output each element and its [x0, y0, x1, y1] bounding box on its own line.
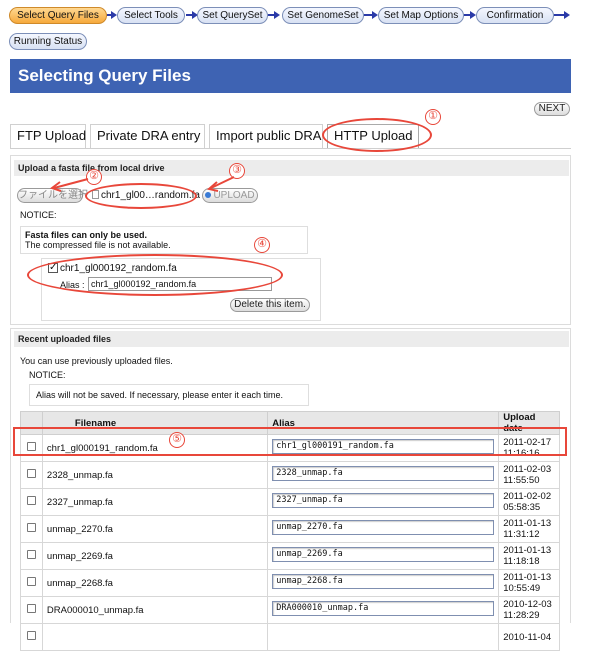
highlight-http-upload	[322, 118, 432, 152]
table-row: 2328_unmap.fa 2328_unmap.fa 2011-02-03 11…	[20, 461, 560, 489]
highlight-row-1	[13, 427, 567, 456]
highlight-chosen-file	[85, 183, 197, 209]
row-upload-date: 2011-02-02 05:58:35	[498, 488, 560, 516]
annotation-1: ①	[425, 109, 441, 125]
row-filename: 2328_unmap.fa	[41, 461, 269, 489]
annotation-arrow-2	[49, 178, 89, 192]
table-row: DRA000010_unmap.fa DRA000010_unmap.fa 20…	[20, 596, 560, 624]
row-filename: unmap_2268.fa	[41, 569, 269, 597]
annotation-arrow-3	[206, 176, 235, 192]
row-filename: unmap_2270.fa	[41, 515, 269, 543]
arrow-icon	[464, 11, 476, 19]
row-alias-input[interactable]: DRA000010_unmap.fa	[272, 601, 495, 616]
row-upload-date: 2010-12-03 11:28:29	[498, 596, 560, 624]
row-filename: DRA000010_unmap.fa	[41, 596, 269, 624]
recent-intro: You can use previously uploaded files.	[20, 356, 173, 366]
radio-dot-icon	[205, 192, 212, 199]
row-checkbox[interactable]	[26, 496, 36, 505]
step-running-status[interactable]: Running Status	[9, 33, 87, 50]
row-alias-input[interactable]: 2327_unmap.fa	[272, 493, 495, 508]
upload-notice-label: NOTICE:	[20, 210, 57, 220]
tab-private-dra-entry[interactable]: Private DRA entry	[90, 124, 205, 148]
row-upload-date: 2011-01-13 11:31:12	[498, 515, 560, 543]
row-alias-input[interactable]: unmap_2270.fa	[272, 520, 495, 535]
row-upload-date: 2011-01-13 10:55:49	[498, 569, 560, 597]
table-row: unmap_2269.fa unmap_2269.fa 2011-01-13 11…	[20, 542, 560, 570]
row-checkbox[interactable]	[26, 604, 36, 613]
row-upload-date: 2011-01-13 11:18:18	[498, 542, 560, 570]
row-alias-input[interactable]: unmap_2269.fa	[272, 547, 495, 562]
next-button[interactable]: NEXT	[534, 102, 570, 116]
row-checkbox[interactable]	[26, 550, 36, 559]
step-select-query-files[interactable]: Select Query Files	[9, 7, 107, 24]
step-confirmation[interactable]: Confirmation	[476, 7, 554, 24]
arrow-icon	[364, 11, 378, 19]
annotation-4: ④	[254, 237, 270, 253]
step-set-map-options[interactable]: Set Map Options	[378, 7, 464, 24]
row-filename: unmap_2269.fa	[41, 542, 269, 570]
recent-notice-label: NOTICE:	[29, 370, 66, 380]
step-set-queryset[interactable]: Set QuerySet	[197, 7, 268, 24]
tab-ftp-upload[interactable]: FTP Upload	[10, 124, 86, 148]
tab-import-public-dra[interactable]: Import public DRA	[209, 124, 323, 148]
step-set-genomeset[interactable]: Set GenomeSet	[282, 7, 364, 24]
page-title: Selecting Query Files	[10, 59, 571, 93]
table-row: unmap_2270.fa unmap_2270.fa 2011-01-13 11…	[20, 515, 560, 543]
recent-section-title: Recent uploaded files	[14, 331, 569, 347]
row-alias-input[interactable]: 2328_unmap.fa	[272, 466, 495, 481]
row-checkbox[interactable]	[26, 631, 36, 640]
row-upload-date: 2010-11-04	[498, 623, 560, 651]
table-row: 2010-11-04	[20, 623, 560, 651]
row-checkbox[interactable]	[26, 523, 36, 532]
row-checkbox[interactable]	[26, 577, 36, 586]
row-upload-date: 2011-02-03 11:55:50	[498, 461, 560, 489]
arrow-icon	[554, 11, 570, 19]
highlight-upload-item	[27, 254, 283, 296]
row-alias-input[interactable]: unmap_2268.fa	[272, 574, 495, 589]
arrow-icon	[107, 11, 117, 19]
step-select-tools[interactable]: Select Tools	[117, 7, 185, 24]
tab-divider	[10, 148, 571, 149]
delete-item-button[interactable]: Delete this item.	[230, 298, 310, 312]
row-filename: 2327_unmap.fa	[41, 488, 269, 516]
table-row: 2327_unmap.fa 2327_unmap.fa 2011-02-02 05…	[20, 488, 560, 516]
table-row: unmap_2268.fa unmap_2268.fa 2011-01-13 10…	[20, 569, 560, 597]
recent-notice-box: Alias will not be saved. If necessary, p…	[29, 384, 309, 406]
row-checkbox[interactable]	[26, 469, 36, 478]
annotation-5: ⑤	[169, 432, 185, 448]
arrow-icon	[268, 11, 280, 19]
row-filename	[41, 623, 269, 651]
